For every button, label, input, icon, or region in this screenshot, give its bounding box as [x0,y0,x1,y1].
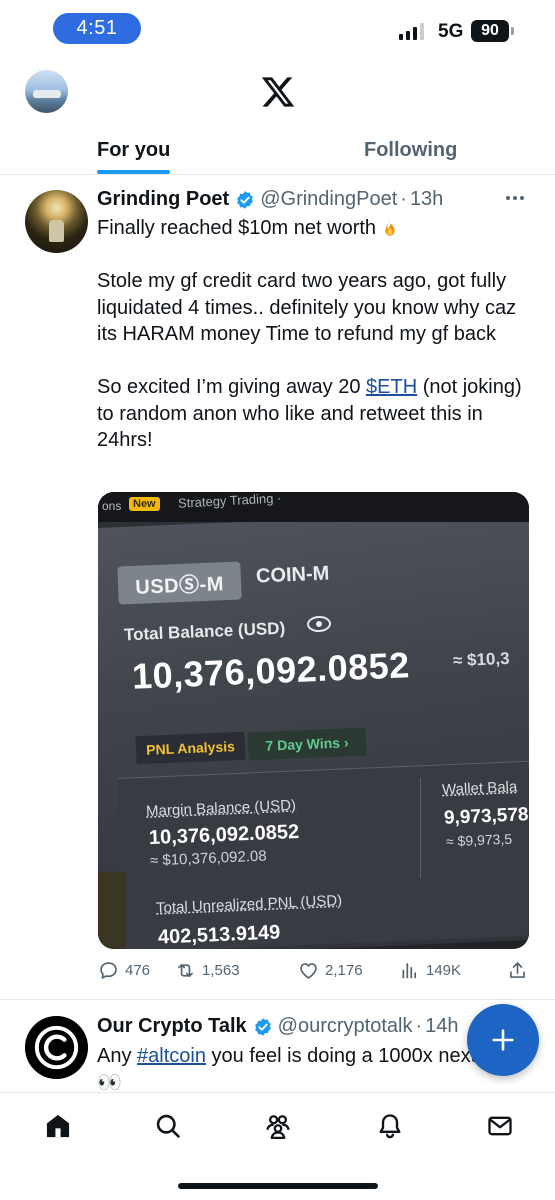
battery-tip [511,27,514,35]
tweet-age[interactable]: 14h [425,1015,458,1038]
status-bar: 4:51 5G 90 [0,0,555,56]
bottom-nav [0,1092,555,1200]
profile-avatar[interactable] [25,70,68,113]
media-new-badge: New [129,497,160,511]
views-count: 149K [426,962,462,979]
tweet-header: Grinding Poet @GrindingPoet · 13h [97,188,443,211]
tweet-line-1: Finally reached $10m net worth [97,217,377,239]
verified-icon [254,1017,271,1036]
repost-button[interactable]: 1,563 [175,960,240,981]
repost-icon [178,963,193,978]
media-ons-text: ons [102,499,122,513]
author-avatar[interactable] [25,1016,88,1079]
tab-following[interactable]: Following [364,126,457,175]
media-7-day-wins: 7 Day Wins › [247,727,367,761]
tweet-actions: 476 1,563 2,176 149K [98,960,528,984]
reply-count: 476 [125,962,151,979]
signal-icon [399,22,424,40]
media-coin-m: COIN-M [255,562,330,588]
notifications-icon [379,1114,401,1139]
active-tab-indicator [97,170,170,174]
compose-icon [492,1029,514,1051]
compose-button[interactable] [467,1004,539,1076]
media-unrealized-value: 402,513.9149 [157,921,281,949]
nav-search[interactable] [153,1111,183,1141]
separator: · [415,1015,423,1037]
tweet-age[interactable]: 13h [410,188,443,211]
media-pnl-analysis: PNL Analysis [135,731,246,765]
share-button[interactable] [507,960,528,981]
nav-notifications[interactable] [375,1111,405,1141]
views-icon [402,963,417,979]
share-icon [510,962,525,978]
more-icon[interactable] [506,196,524,200]
tweet-para-3-start: So excited I’m giving away 20 [97,376,367,398]
hashtag-link[interactable]: #altcoin [137,1045,206,1067]
status-time: 4:51 [53,13,141,44]
media-usds-m: USDⓈ-M [117,561,242,605]
repost-count: 1,563 [202,962,240,979]
network-type: 5G [438,21,464,42]
timeline-tabs: For you Following [0,126,555,175]
nav-home[interactable] [43,1111,73,1141]
cashtag-link[interactable]: $ETH [366,376,417,398]
messages-icon [488,1116,512,1136]
nav-communities[interactable] [263,1111,293,1141]
media-total-balance-usd: ≈ $10,3 [452,648,510,671]
like-button[interactable]: 2,176 [298,960,363,981]
tweet-text-start: Any [97,1045,138,1067]
fire-icon [385,218,395,236]
verified-icon [237,190,254,209]
author-handle[interactable]: @ourcryptotalk [278,1015,413,1038]
tweet[interactable]: Grinding Poet @GrindingPoet · 13h Finall… [0,176,555,1000]
communities-icon [266,1115,290,1139]
media-edge [98,872,126,949]
search-icon [156,1114,180,1138]
author-avatar[interactable] [25,190,88,253]
views-button[interactable]: 149K [399,960,461,981]
reply-icon [100,962,117,979]
tweet-header: Our Crypto Talk @ourcryptotalk · 14h [97,1015,459,1038]
media-wallet-usd: ≈ $9,973,5 [445,830,513,850]
media-wallet-value: 9,973,578 [443,804,529,829]
reply-button[interactable]: 476 [98,960,150,981]
like-icon [300,963,317,979]
media-wallet-label: Wallet Bala [441,778,518,799]
tweet-text: Finally reached $10m net worth Stole my … [97,215,527,454]
top-header [0,56,555,126]
tweet-para-2: Stole my gf credit card two years ago, g… [97,270,517,345]
media-divider [420,778,421,878]
home-icon [46,1114,70,1138]
author-handle[interactable]: @GrindingPoet [260,188,397,211]
nav-messages[interactable] [485,1111,515,1141]
x-logo-icon [261,77,295,107]
tab-for-you[interactable]: For you [97,126,170,175]
home-indicator [178,1183,378,1189]
author-name[interactable]: Our Crypto Talk [97,1015,247,1038]
media-top-strip [98,492,529,522]
battery-icon: 90 [471,20,509,42]
tweet-media[interactable]: ons New Strategy Trading · USDⓈ-M COIN-M… [98,492,529,949]
separator: · [400,188,407,210]
like-count: 2,176 [325,962,363,979]
author-name[interactable]: Grinding Poet [97,188,229,211]
